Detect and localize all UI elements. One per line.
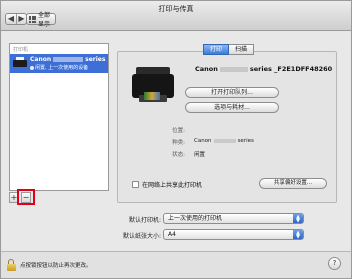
tab-print[interactable]: 打印 [203,44,230,55]
status-value: 闲置 [194,152,206,158]
share-printer-label: 在网络上共享此打印机 [142,182,203,189]
printer-detail-title: Canon series _F2E1DFF48260 [195,65,332,73]
popup-arrows-icon: ▲ ▼ [293,230,303,239]
share-printer-checkbox[interactable] [132,181,139,188]
kind-label: 种类: [172,140,185,146]
printer-status-text: 闲置, 上一次使用的设备 [35,65,89,71]
highlight-box [17,189,35,205]
printer-list-item[interactable]: Canon series 闲置, 上一次使用的设备 [10,54,108,73]
printer-name: Canon series [30,56,105,63]
kind-value: Canon series [194,138,254,144]
status-dot-icon [30,65,34,70]
printer-status: 闲置, 上一次使用的设备 [30,64,88,71]
grid-icon [29,15,36,23]
back-button[interactable]: ◀ [6,14,16,24]
status-label: 状态: [172,152,185,158]
printer-large-icon [132,67,174,105]
show-all-button[interactable]: 全部显示 [26,12,56,28]
share-printer-row[interactable]: 在网络上共享此打印机 [132,180,202,189]
detail-name-suffix: series _F2E1DFF48260 [249,65,333,73]
default-paper-label: 默认纸张大小: [122,233,161,240]
title-bar: 打印与传真 ◀ ▶ 全部显示 [1,1,351,31]
location-label: 位置: [172,128,185,134]
show-all-label: 全部显示 [38,12,51,28]
printer-fax-preferences-window: 打印与传真 ◀ ▶ 全部显示 打印机 Canon series 闲置, 上一次使用… [0,0,352,279]
printer-list-header: 打印机 [13,47,29,53]
default-printer-value: 上一次使用的打印机 [168,215,223,222]
default-paper-value: A4 [168,231,176,238]
options-supplies-button[interactable]: 选项与耗材... [185,102,279,113]
printer-name-prefix: Canon [30,56,52,63]
default-paper-popup[interactable]: A4 ▲ ▼ [163,229,304,240]
sharing-preferences-button[interactable]: 共享偏好设置... [259,178,327,189]
lock-icon[interactable] [7,259,16,272]
redacted-model [53,57,84,62]
detail-name-prefix: Canon [195,65,218,73]
default-printer-label: 默认打印机: [128,217,161,224]
lock-hint-text: 点按锁按钮以防止再次更改。 [20,263,92,269]
popup-arrows-icon: ▲ ▼ [293,214,303,223]
help-button[interactable]: ? [328,257,341,270]
redacted-model [213,138,236,143]
kind-prefix: Canon [194,138,212,144]
default-printer-popup[interactable]: 上一次使用的打印机 ▲ ▼ [163,213,304,224]
printer-list: 打印机 Canon series 闲置, 上一次使用的设备 [9,43,109,191]
open-print-queue-button[interactable]: 打开打印队列... [185,87,279,98]
redacted-model [219,66,248,72]
tab-scan[interactable]: 扫描 [229,44,255,55]
nav-buttons: ◀ ▶ [5,13,27,25]
printer-name-suffix: series [85,56,106,63]
kind-suffix: series [237,138,254,144]
forward-button[interactable]: ▶ [16,14,26,24]
printer-icon [13,57,27,69]
footer-bar: 点按锁按钮以防止再次更改。 ? [1,251,351,278]
tab-bar: 打印 扫描 [203,44,255,55]
